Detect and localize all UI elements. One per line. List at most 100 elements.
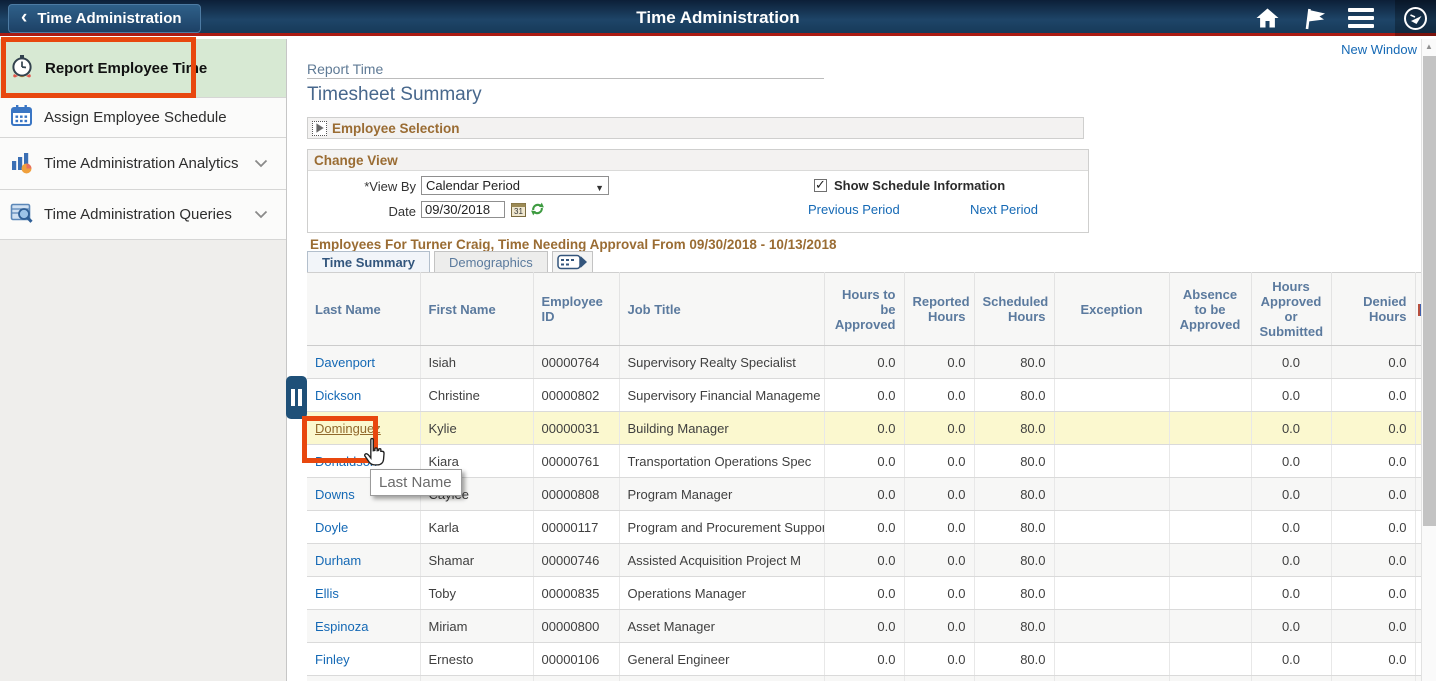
cell-hours-to-be-approved: 0.0	[824, 478, 904, 511]
column-header-denied-hours[interactable]: Denied Hours	[1331, 273, 1415, 346]
flag-icon[interactable]	[1301, 5, 1327, 31]
cell-last-name[interactable]: Durham	[307, 544, 420, 577]
previous-period-link[interactable]: Previous Period	[808, 202, 900, 217]
sidebar-item-label: Time Administration Analytics	[44, 155, 239, 172]
cell-employee-id: 00000800	[533, 610, 619, 643]
cell-job-title: Assisted Acquisition Project M	[619, 544, 824, 577]
cell-scheduled-hours: 80.0	[974, 610, 1054, 643]
cell-reported-hours: 0.0	[904, 511, 974, 544]
cell-hours-to-be-approved: 0.0	[824, 610, 904, 643]
show-all-columns-button[interactable]	[552, 251, 593, 272]
cell-employee-id: 00000106	[533, 643, 619, 676]
column-header-last-name[interactable]: Last Name	[307, 273, 420, 346]
tab-time-summary[interactable]: Time Summary	[307, 251, 430, 272]
cell-reported-hours: 0.0	[904, 544, 974, 577]
tab-demographics[interactable]: Demographics	[434, 251, 548, 272]
calendar-picker-icon[interactable]: 31	[511, 201, 526, 217]
page-title: Timesheet Summary	[307, 84, 482, 106]
cell-last-name[interactable]: Ellis	[307, 577, 420, 610]
last-name-link[interactable]: Finley	[315, 652, 350, 667]
cell-absence-to-be-approved	[1169, 643, 1251, 676]
cell-exception	[1054, 577, 1169, 610]
sidebar-item-time-administration-queries[interactable]: Time Administration Queries	[0, 190, 286, 240]
table-row: DoyleKarla00000117Program and Procuremen…	[307, 511, 1421, 544]
cell-exception	[1054, 643, 1169, 676]
cell-last-name[interactable]: Dickson	[307, 379, 420, 412]
last-name-link[interactable]: Davenport	[315, 355, 375, 370]
query-search-icon	[10, 201, 33, 229]
cell-scheduled-hours: 80.0	[974, 346, 1054, 379]
cell-absence-to-be-approved	[1169, 412, 1251, 445]
back-button[interactable]: ‹ Time Administration	[8, 4, 201, 33]
last-name-link[interactable]: Dominguez	[315, 421, 381, 436]
column-header-reported-hours[interactable]: Reported Hours	[904, 273, 974, 346]
last-name-link[interactable]: Ellis	[315, 586, 339, 601]
cell-absence-to-be-approved	[1169, 544, 1251, 577]
last-name-link[interactable]: Donaldson	[315, 454, 377, 469]
cell-first-name: Shamar	[420, 544, 533, 577]
cell-denied-hours: 0.0	[1331, 346, 1415, 379]
cell-reported-hours: 0.0	[904, 643, 974, 676]
tooltip: Last Name	[370, 469, 462, 496]
cell-reported-hours: 0.0	[904, 412, 974, 445]
cell-employee-id: 00000031	[533, 412, 619, 445]
cell-reported-hours: 0.0	[904, 478, 974, 511]
cell-denied-hours: 0.0	[1331, 379, 1415, 412]
cell-scheduled-hours: 80.0	[974, 412, 1054, 445]
last-name-link[interactable]: Downs	[315, 487, 355, 502]
cell-last-name[interactable]: Doyle	[307, 511, 420, 544]
refresh-icon[interactable]	[530, 201, 545, 217]
time-administration-screen: ‹ Time Administration Time Administratio…	[0, 0, 1436, 681]
hamburger-menu-icon[interactable]	[1348, 5, 1374, 31]
column-header-exception[interactable]: Exception	[1054, 273, 1169, 346]
vertical-scrollbar[interactable]: ▲	[1421, 39, 1436, 681]
cell-hours-to-be-approved: 0.0	[824, 379, 904, 412]
last-name-link[interactable]: Dickson	[315, 388, 361, 403]
expand-section-button[interactable]	[312, 121, 327, 136]
new-window-link[interactable]: New Window	[1341, 42, 1417, 57]
sidebar-item-assign-employee-schedule[interactable]: Assign Employee Schedule	[0, 98, 286, 138]
show-schedule-checkbox[interactable]	[814, 179, 827, 192]
home-icon[interactable]	[1254, 5, 1280, 31]
cell-denied-hours: 0.0	[1331, 412, 1415, 445]
last-name-link[interactable]: Espinoza	[315, 619, 368, 634]
table-row: DonaldsonKiara00000761Transportation Ope…	[307, 445, 1421, 478]
chevron-down-icon	[254, 206, 268, 223]
cell-last-name[interactable]: Davenport	[307, 346, 420, 379]
last-name-link[interactable]: Doyle	[315, 520, 348, 535]
scrollbar-thumb[interactable]	[1423, 56, 1436, 526]
change-view-header: Change View	[308, 150, 1088, 171]
back-button-label: Time Administration	[37, 10, 181, 27]
cell-scheduled-hours: 80.0	[974, 445, 1054, 478]
column-header-job-title[interactable]: Job Title	[619, 273, 824, 346]
cell-exception	[1054, 544, 1169, 577]
column-header-scheduled-hours[interactable]: Scheduled Hours	[974, 273, 1054, 346]
select-dropdown-arrow-icon: ▼	[595, 180, 604, 197]
cell-denied-hours: 0.0	[1331, 445, 1415, 478]
cell-denied-hours: 0.0	[1331, 478, 1415, 511]
last-name-link[interactable]: Durham	[315, 553, 361, 568]
sidebar-collapse-handle[interactable]	[286, 376, 307, 419]
sidebar-item-time-administration-analytics[interactable]: Time Administration Analytics	[0, 138, 286, 190]
cell-exception	[1054, 346, 1169, 379]
column-header-hours-approved-or-submitted[interactable]: Hours Approved or Submitted	[1251, 273, 1331, 346]
cell-employee-id: 00000802	[533, 379, 619, 412]
column-header-absence-to-be-approved[interactable]: Absence to be Approved	[1169, 273, 1251, 346]
cell-hours-to-be-approved: 0.0	[824, 511, 904, 544]
navbar-compass-icon[interactable]	[1395, 0, 1436, 36]
column-header-first-name[interactable]: First Name	[420, 273, 533, 346]
cell-last-name[interactable]: Finley	[307, 643, 420, 676]
column-header-hours-to-be-approved[interactable]: Hours to be Approved	[824, 273, 904, 346]
expand-arrow-icon	[316, 123, 324, 133]
cell-exception	[1054, 511, 1169, 544]
view-by-select[interactable]: Calendar Period ▼	[421, 176, 609, 195]
scrollbar-up-arrow[interactable]: ▲	[1422, 39, 1436, 55]
column-header-employee-id[interactable]: Employee ID	[533, 273, 619, 346]
next-period-link[interactable]: Next Period	[970, 202, 1038, 217]
cell-reported-hours: 0.0	[904, 346, 974, 379]
cell-last-name[interactable]: Dominguez	[307, 412, 420, 445]
sidebar-item-report-employee-time[interactable]: Report Employee Time	[0, 39, 286, 98]
cell-hours-approved-or-submitted: 0.0	[1251, 346, 1331, 379]
cell-last-name[interactable]: Espinoza	[307, 610, 420, 643]
date-input[interactable]	[421, 201, 505, 218]
